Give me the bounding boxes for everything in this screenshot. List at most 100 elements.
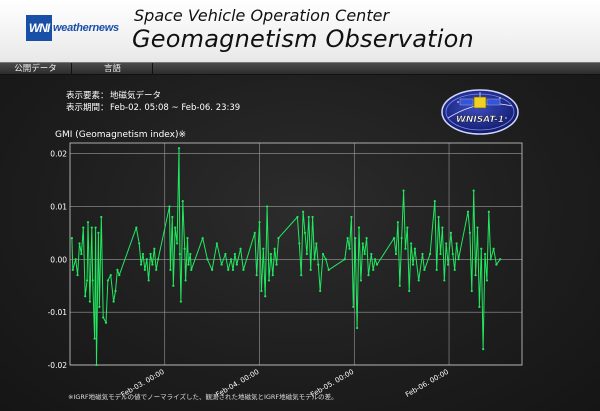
- data-point: [71, 268, 74, 271]
- data-point: [168, 205, 171, 208]
- data-point: [398, 284, 401, 287]
- data-point: [229, 258, 233, 261]
- data-point: [94, 226, 97, 229]
- data-point: [400, 237, 403, 240]
- data-point: [300, 274, 303, 277]
- chart-grid: [70, 143, 522, 366]
- data-point: [483, 252, 487, 256]
- data-point: [269, 252, 272, 256]
- data-point: [211, 268, 214, 271]
- data-point: [84, 295, 87, 298]
- data-point: [220, 263, 223, 266]
- data-point: [302, 210, 305, 213]
- data-point: [153, 247, 156, 250]
- data-point: [466, 210, 470, 213]
- data-point: [97, 231, 100, 234]
- y-tick-label: -0.01: [48, 308, 68, 317]
- data-point: [354, 237, 357, 240]
- data-point: [171, 215, 174, 219]
- data-point: [495, 263, 498, 266]
- data-point: [172, 284, 175, 287]
- data-point: [242, 268, 245, 271]
- y-tick-label: 0.02: [50, 150, 67, 159]
- data-point: [267, 279, 271, 282]
- data-point: [343, 258, 346, 261]
- data-point: [277, 237, 280, 240]
- data-point: [100, 215, 103, 219]
- data-point: [313, 258, 316, 261]
- data-point: [102, 316, 105, 319]
- data-point: [76, 274, 79, 277]
- data-point: [394, 252, 398, 256]
- data-point: [239, 247, 242, 250]
- data-point: [417, 279, 420, 282]
- y-axis-ticks: 0.02 0.01 0.00 -0.01 -0.02: [48, 150, 68, 370]
- data-point: [411, 263, 415, 266]
- data-point: [357, 226, 361, 229]
- data-point: [367, 274, 370, 277]
- data-point: [446, 263, 450, 266]
- data-point: [187, 263, 190, 266]
- data-point: [396, 221, 399, 224]
- data-point: [93, 337, 96, 340]
- data-point: [262, 247, 265, 250]
- data-point: [317, 263, 320, 266]
- data-point: [258, 221, 261, 224]
- data-point: [404, 247, 407, 250]
- data-point: [178, 252, 182, 256]
- data-point: [112, 300, 115, 303]
- data-point: [350, 215, 353, 219]
- data-point: [149, 252, 152, 256]
- data-point: [365, 237, 368, 240]
- data-point: [255, 274, 258, 277]
- data-point: [428, 252, 432, 256]
- data-point: [114, 289, 117, 293]
- data-point: [265, 205, 269, 208]
- gmi-line-chart: 0.020.010.00-0.01-0.02 Feb-03. 00:00 Feb-…: [48, 142, 523, 399]
- data-point: [179, 300, 182, 303]
- data-point: [487, 210, 490, 213]
- data-point: [231, 268, 235, 271]
- data-point: [433, 200, 436, 203]
- data-point: [273, 247, 276, 250]
- data-point: [307, 215, 310, 219]
- data-point: [296, 215, 299, 219]
- data-point: [303, 231, 307, 234]
- data-point: [86, 221, 90, 224]
- data-point: [227, 268, 230, 271]
- data-point: [346, 237, 349, 240]
- data-point: [275, 263, 278, 266]
- data-point: [155, 268, 158, 271]
- data-point: [201, 237, 204, 240]
- data-point: [305, 252, 308, 256]
- data-point: [98, 305, 101, 308]
- data-point: [215, 242, 218, 245]
- data-point: [327, 268, 330, 271]
- data-point: [372, 268, 375, 271]
- data-point: [435, 268, 438, 271]
- data-point: [485, 279, 489, 282]
- data-point: [356, 326, 359, 330]
- data-point: [348, 247, 351, 250]
- data-point: [141, 252, 145, 256]
- data-point: [437, 215, 440, 219]
- data-point: [319, 289, 322, 293]
- data-point: [145, 258, 148, 261]
- data-point: [175, 242, 179, 245]
- data-point: [352, 305, 355, 308]
- data-point: [443, 279, 446, 282]
- data-point: [147, 279, 150, 282]
- data-point: [151, 263, 154, 266]
- plot-frame: [69, 142, 523, 366]
- data-point: [78, 242, 81, 245]
- data-point: [235, 263, 238, 266]
- data-point: [260, 289, 263, 293]
- y-tick-label: 0.00: [50, 255, 67, 264]
- chart-footnote: ※IGRF地磁気モデルの値でノーマライズした、観測された地磁気とIGRF地磁気モ…: [68, 393, 338, 401]
- data-point: [453, 268, 456, 271]
- data-point: [91, 279, 94, 282]
- data-point: [311, 215, 314, 219]
- data-point: [359, 279, 363, 282]
- data-point: [478, 305, 481, 308]
- data-point: [439, 252, 442, 256]
